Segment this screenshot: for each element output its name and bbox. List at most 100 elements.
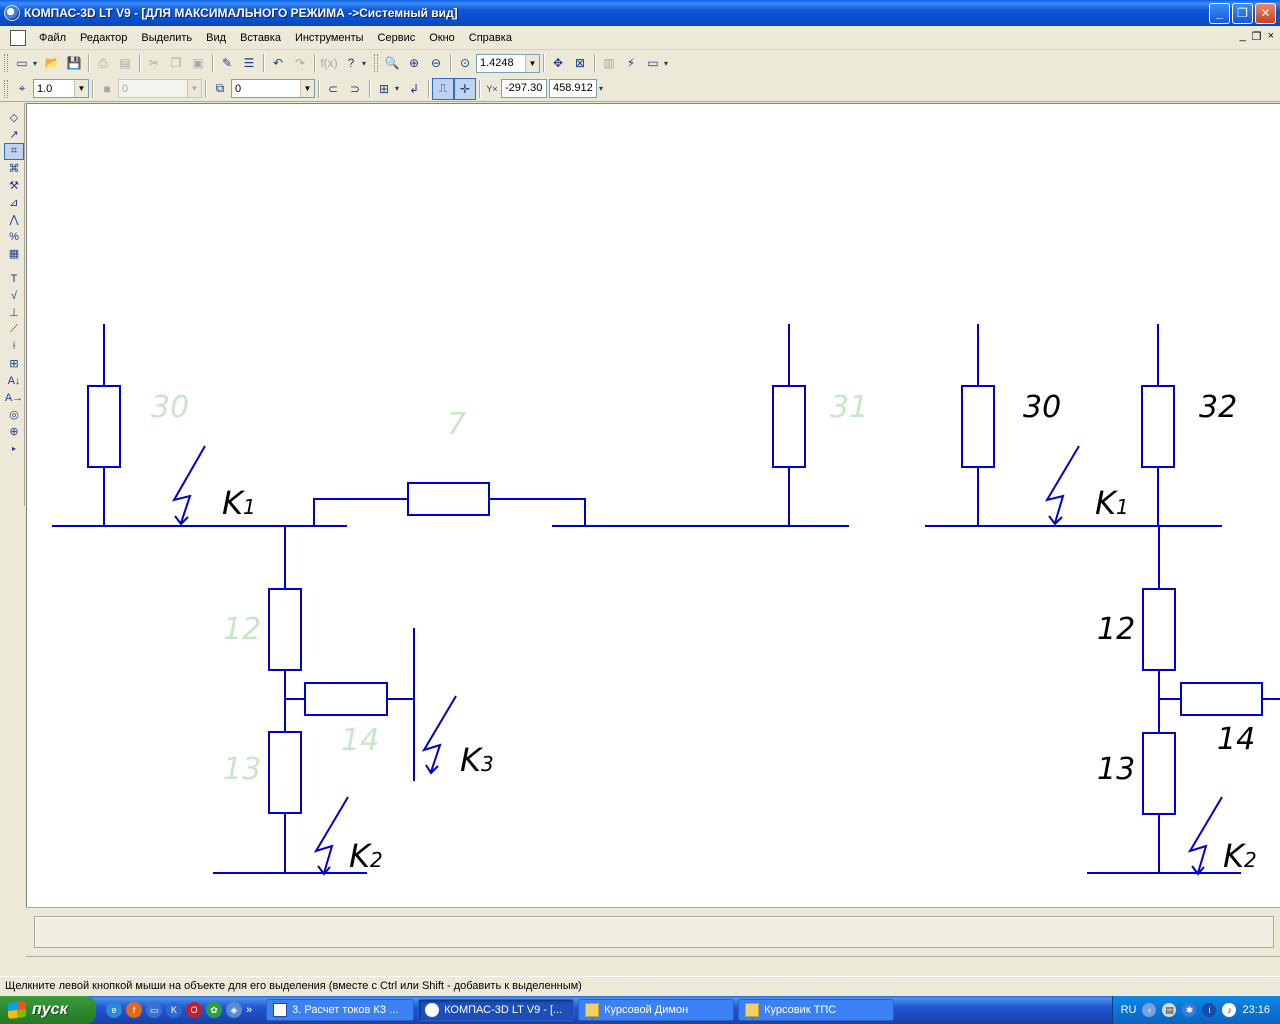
text-icon[interactable]: T [4,270,24,287]
fault-arrow-k1[interactable] [1044,445,1080,524]
new-document-icon[interactable]: ▭ [11,52,33,74]
mdi-restore-button[interactable]: ❐ [1252,30,1262,43]
new-dropdown-icon[interactable]: ▾ [33,59,41,68]
maximize-button[interactable]: ❐ [1232,2,1253,24]
resistor-30[interactable] [87,385,121,468]
toolbar-overflow-icon[interactable]: ▾ [599,84,607,93]
local-cs-icon[interactable]: ⌖ [11,78,33,100]
tray-info-icon[interactable]: i [1202,1003,1217,1017]
zoom-combo[interactable]: 1.4248 ▼ [476,53,540,73]
select-icon[interactable]: ⋀ [4,211,24,228]
refresh-icon[interactable]: ▥ [598,52,620,74]
start-button[interactable]: пуск [0,996,96,1024]
resistor-12[interactable] [1142,588,1176,671]
print-preview-icon[interactable]: ▤ [114,52,136,74]
chevron-down-icon[interactable]: ▼ [187,80,201,97]
mdi-close-button[interactable]: × [1268,30,1274,43]
wave-icon[interactable]: ◎ [4,406,24,423]
show-all-icon[interactable]: ⊠ [569,52,591,74]
fault-arrow-k2[interactable] [1187,796,1223,874]
edit-icon[interactable]: ⌘ [4,160,24,177]
document-icon[interactable] [10,29,26,46]
menu-help[interactable]: Справка [462,30,519,46]
zoom-out-icon[interactable]: ⊖ [425,52,447,74]
mdi-minimize-button[interactable]: _ [1240,30,1246,43]
wire[interactable] [313,498,408,526]
properties-brush-icon[interactable]: ✎ [216,52,238,74]
geometry-icon[interactable]: ◇ [4,109,24,126]
redo-icon[interactable]: ↷ [289,52,311,74]
chevron-down-icon[interactable]: ▼ [525,54,539,72]
function-icon[interactable]: f(x) [318,52,340,74]
fault-arrow-k2[interactable] [313,796,349,874]
opera-icon[interactable]: O [186,1002,202,1018]
panel-overflow-icon[interactable]: ▸ [4,440,24,457]
menu-tools[interactable]: Инструменты [288,30,371,46]
resistor-13[interactable] [1142,732,1176,815]
snap-cursor-icon[interactable]: ✛ [454,77,476,100]
open-icon[interactable]: 📂 [41,52,63,74]
task-kompas[interactable]: КОМПАС-3D LT V9 - [... [418,999,575,1021]
view-state-icon[interactable]: ■ [96,78,118,100]
display-mode-icon[interactable]: ▭ [642,52,664,74]
help-pointer-icon[interactable]: ? [340,52,362,74]
toolbar-grip[interactable] [4,79,8,98]
coord-y-field[interactable]: 458.912 [549,79,597,98]
cut-line-icon[interactable]: A↓ [4,372,24,389]
copy-icon[interactable]: ❐ [165,52,187,74]
rebuild-icon[interactable]: ⚡ [620,52,642,74]
round-mode-icon[interactable]: ⎍ [432,77,454,100]
tray-bluetooth-icon[interactable]: ✱ [1182,1003,1197,1017]
desktop-icon[interactable]: ▭ [146,1002,162,1018]
kompas-app-icon[interactable] [4,5,20,21]
network-icon[interactable]: ◈ [226,1002,242,1018]
menu-insert[interactable]: Вставка [233,30,288,46]
base-icon[interactable]: ⊥ [4,304,24,321]
reports-icon[interactable]: ▦ [4,245,24,262]
tray-network-icon[interactable]: ▤ [1162,1003,1177,1017]
line-style-combo[interactable]: 1.0 ▼ [33,79,89,98]
menu-view[interactable]: Вид [199,30,233,46]
orthogonal-icon[interactable]: ↲ [403,78,425,100]
close-button[interactable]: ✕ [1255,2,1276,24]
chevron-down-icon[interactable]: ▼ [74,80,88,97]
pan-icon[interactable]: ✥ [547,52,569,74]
center-mark-icon[interactable]: ⊕ [4,423,24,440]
local-snap-icon[interactable]: ⊃ [344,78,366,100]
resistor-30[interactable] [961,385,995,468]
toolbar-overflow-icon[interactable]: ▾ [362,59,370,68]
roughness-icon[interactable]: √ [4,287,24,304]
print-icon[interactable]: ⎙ [92,52,114,74]
ie-icon[interactable]: e [106,1002,122,1018]
menu-file[interactable]: Файл [32,30,73,46]
spec-icon[interactable]: % [4,228,24,245]
resistor-7[interactable] [407,482,490,516]
task-folder-kursovoy[interactable]: Курсовой Димон [578,999,735,1021]
menu-editor[interactable]: Редактор [73,30,134,46]
zoom-in-icon[interactable]: ⊕ [403,52,425,74]
leader-icon[interactable]: ⟋ [4,321,24,338]
coord-x-field[interactable]: -297.30 [501,79,547,98]
tray-back-icon[interactable]: ‹ [1142,1003,1157,1017]
snap-magnet-icon[interactable]: ⊂ [322,78,344,100]
menu-window[interactable]: Окно [422,30,462,46]
fault-arrow-k3[interactable] [421,695,457,773]
chevron-down-icon[interactable]: ▼ [300,80,314,97]
kompas-icon[interactable]: K [166,1002,182,1018]
resistor-31[interactable] [772,385,806,468]
toolbar-overflow-icon[interactable]: ▾ [664,59,672,68]
resistor-14[interactable] [1180,682,1263,716]
dimensions-icon[interactable]: ↗ [4,126,24,143]
resistor-13[interactable] [268,731,302,814]
tray-volume-icon[interactable]: ♪ [1222,1003,1237,1017]
view-arrow-icon[interactable]: A→ [4,389,24,406]
layer-icon[interactable]: ⧉ [209,78,231,100]
zoom-scale-icon[interactable]: ⊙ [454,52,476,74]
menu-service[interactable]: Сервис [371,30,423,46]
grid-icon[interactable]: ⊞ [373,78,395,100]
wire[interactable] [489,498,586,526]
menu-select[interactable]: Выделить [134,30,199,46]
grid-dropdown-icon[interactable]: ▾ [395,84,403,93]
fault-arrow-k1[interactable] [171,445,206,524]
resistor-12[interactable] [268,588,302,671]
